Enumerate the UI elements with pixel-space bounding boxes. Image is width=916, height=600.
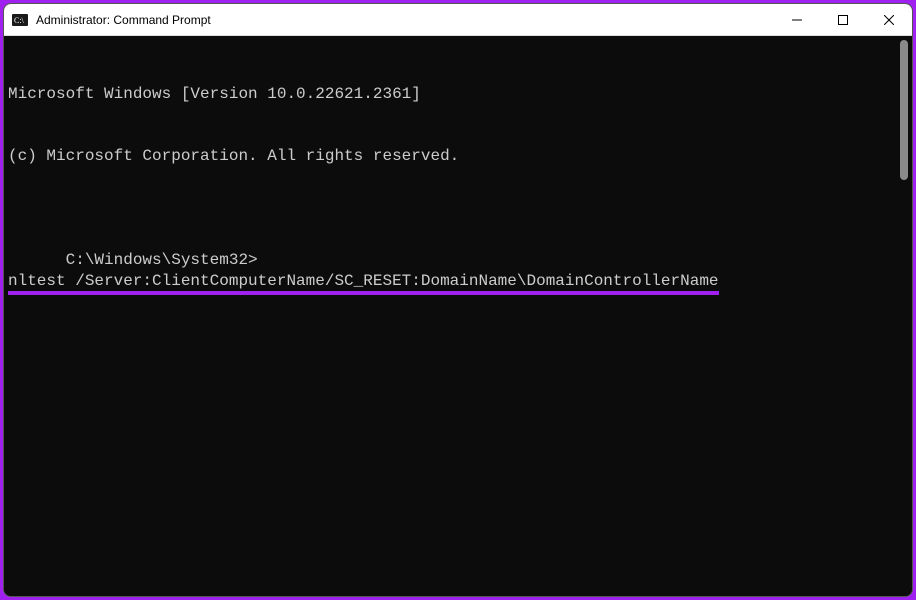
scrollbar-thumb[interactable]	[900, 40, 908, 180]
terminal-area[interactable]: Microsoft Windows [Version 10.0.22621.23…	[4, 36, 912, 596]
maximize-button[interactable]	[820, 4, 866, 35]
scrollbar-track[interactable]	[898, 40, 910, 592]
window-controls	[774, 4, 912, 35]
minimize-button[interactable]	[774, 4, 820, 35]
terminal-command: nltest /Server:ClientComputerName/SC_RES…	[8, 272, 719, 290]
cmd-icon: C:\	[12, 12, 28, 28]
window-title: Administrator: Command Prompt	[36, 13, 211, 27]
command-prompt-window: C:\ Administrator: Command Prompt Micros…	[3, 3, 913, 597]
terminal-output-line: Microsoft Windows [Version 10.0.22621.23…	[8, 84, 908, 105]
terminal-prompt: C:\Windows\System32>	[66, 251, 258, 269]
command-highlight-wrap: nltest /Server:ClientComputerName/SC_RES…	[8, 271, 719, 292]
svg-text:C:\: C:\	[14, 16, 25, 25]
terminal-output-line: (c) Microsoft Corporation. All rights re…	[8, 146, 908, 167]
terminal-content: Microsoft Windows [Version 10.0.22621.23…	[8, 42, 908, 312]
highlight-underline	[8, 291, 719, 295]
titlebar[interactable]: C:\ Administrator: Command Prompt	[4, 4, 912, 36]
close-button[interactable]	[866, 4, 912, 35]
terminal-blank-line	[8, 208, 908, 229]
